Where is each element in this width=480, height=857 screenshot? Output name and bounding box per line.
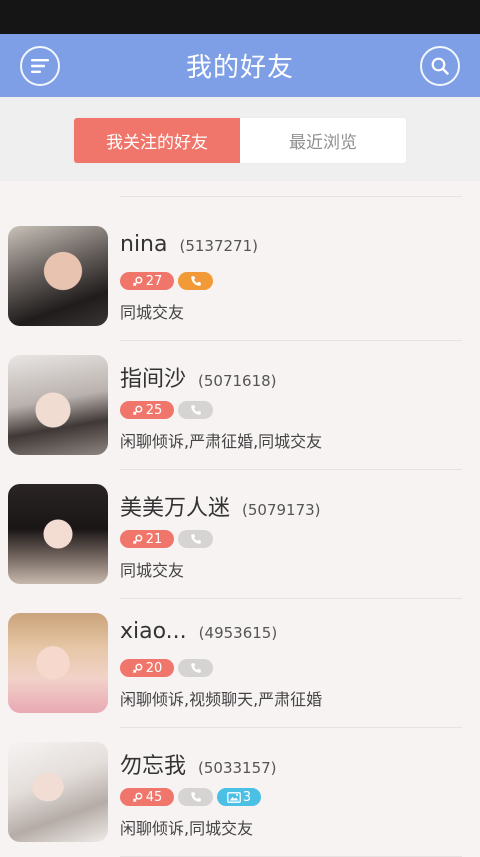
age-value: 20	[145, 660, 163, 676]
friend-id: (5079173)	[242, 501, 321, 519]
phone-badge	[178, 659, 213, 677]
friend-name: 勿忘我	[120, 754, 187, 779]
avatar[interactable]	[8, 355, 108, 455]
avatar[interactable]	[8, 484, 108, 584]
phone-badge	[178, 401, 213, 419]
age-badge: 45	[120, 788, 174, 806]
name-line: 指间沙 (5071618)	[120, 361, 277, 393]
age-value: 27	[145, 273, 163, 289]
age-value: 25	[145, 402, 163, 418]
friend-tags: 同城交友	[120, 561, 185, 580]
badge-row: 21	[120, 530, 213, 548]
menu-icon	[31, 59, 49, 73]
status-bar	[0, 0, 480, 34]
friend-list-item[interactable]: 指间沙 (5071618) 25 闲聊倾诉,严肃征婚,同城交友	[0, 325, 480, 470]
friend-name: nina	[120, 232, 168, 257]
tab-following-friends[interactable]: 我关注的好友	[74, 118, 240, 163]
friend-list-item[interactable]: nina (5137271) 27 同城交友	[0, 196, 480, 341]
female-icon	[132, 534, 143, 544]
badge-row: 27	[120, 272, 213, 290]
phone-icon	[190, 663, 201, 673]
friend-tags: 闲聊倾诉,严肃征婚,同城交友	[120, 432, 323, 451]
age-badge: 20	[120, 659, 174, 677]
phone-badge	[178, 788, 213, 806]
phone-icon	[190, 534, 201, 544]
name-line: 勿忘我 (5033157)	[120, 748, 277, 780]
female-icon	[132, 276, 143, 286]
friend-name: 美美万人迷	[120, 496, 231, 521]
phone-icon	[190, 792, 201, 802]
phone-badge	[178, 272, 213, 290]
phone-badge	[178, 530, 213, 548]
page-title: 我的好友	[185, 53, 294, 83]
age-badge: 25	[120, 401, 174, 419]
female-icon	[132, 792, 143, 802]
friend-id: (5071618)	[198, 372, 277, 390]
search-icon	[431, 57, 449, 75]
friend-tags: 闲聊倾诉,视频聊天,严肃征婚	[120, 690, 323, 709]
age-value: 45	[145, 789, 163, 805]
age-badge: 27	[120, 272, 174, 290]
avatar[interactable]	[8, 613, 108, 713]
friend-id: (5033157)	[198, 759, 277, 777]
photo-icon	[227, 791, 241, 803]
name-line: xiao... (4953615)	[120, 619, 277, 651]
app-header: 我的好友	[0, 34, 480, 97]
friend-list-item[interactable]: 勿忘我 (5033157) 45 3 闲聊倾诉,同城交友	[0, 712, 480, 857]
avatar[interactable]	[8, 742, 108, 842]
female-icon	[132, 663, 143, 673]
tab-recently-viewed[interactable]: 最近浏览	[240, 118, 406, 163]
friend-list-item[interactable]: xiao... (4953615) 20 闲聊倾诉,视频聊天,严肃征婚	[0, 583, 480, 728]
badge-row: 20	[120, 659, 213, 677]
segmented-control: 我关注的好友 最近浏览	[73, 117, 407, 164]
friend-tags: 闲聊倾诉,同城交友	[120, 819, 254, 838]
badge-row: 45 3	[120, 788, 261, 806]
avatar[interactable]	[8, 226, 108, 326]
phone-icon	[190, 405, 201, 415]
phone-icon	[190, 276, 201, 286]
friend-id: (4953615)	[198, 624, 278, 642]
friend-list-item[interactable]: 美美万人迷 (5079173) 21 同城交友	[0, 454, 480, 599]
badge-row: 25	[120, 401, 213, 419]
age-badge: 21	[120, 530, 174, 548]
photo-badge: 3	[217, 788, 261, 806]
age-value: 21	[145, 531, 163, 547]
tab-bar: 我关注的好友 最近浏览	[0, 97, 480, 181]
friend-name: xiao...	[120, 619, 187, 644]
menu-button[interactable]	[20, 46, 60, 86]
photo-count: 3	[242, 789, 252, 805]
name-line: 美美万人迷 (5079173)	[120, 490, 321, 522]
search-button[interactable]	[420, 46, 460, 86]
friend-name: 指间沙	[120, 367, 187, 392]
friend-tags: 同城交友	[120, 303, 185, 322]
friend-id: (5137271)	[179, 237, 258, 255]
female-icon	[132, 405, 143, 415]
name-line: nina (5137271)	[120, 232, 258, 264]
